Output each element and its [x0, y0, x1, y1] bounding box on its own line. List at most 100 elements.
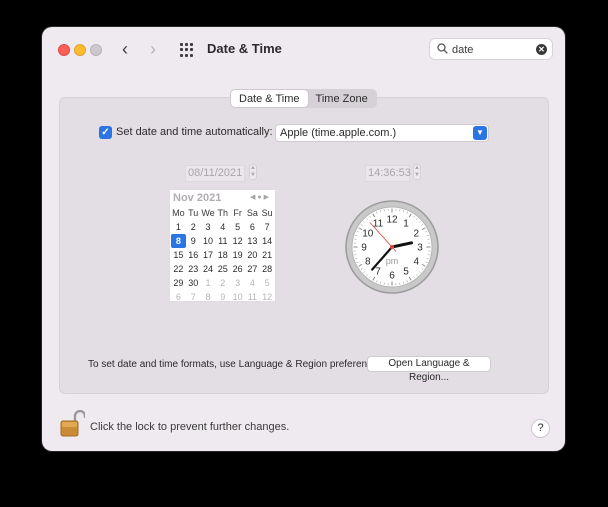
clock-number: 2	[413, 229, 419, 240]
time-stepper[interactable]: ▲ ▼	[413, 164, 421, 180]
calendar-day[interactable]: 15	[171, 248, 186, 262]
calendar-day[interactable]: 20	[245, 248, 260, 262]
calendar-day[interactable]: 14	[260, 234, 275, 248]
calendar-day[interactable]: 2	[186, 220, 201, 234]
close-window-button[interactable]	[58, 44, 70, 56]
calendar-weekday: Mo	[172, 208, 185, 218]
calendar-day[interactable]: 19	[230, 248, 245, 262]
calendar-day[interactable]: 17	[201, 248, 216, 262]
clock-number: 5	[403, 267, 409, 278]
calendar-day[interactable]: 27	[245, 262, 260, 276]
calendar-day[interactable]: 26	[230, 262, 245, 276]
clock-number: 6	[389, 271, 395, 282]
calendar-day[interactable]: 9	[215, 290, 230, 304]
titlebar: ‹ › Date & Time ✕	[42, 27, 565, 73]
calendar-day[interactable]: 11	[245, 290, 260, 304]
search-field[interactable]: ✕	[429, 38, 553, 60]
time-field[interactable]: 14:36:53	[365, 165, 411, 182]
calendar-week-row: 15 16 17 18 19 20 21	[171, 248, 275, 262]
calendar-day[interactable]: 29	[171, 276, 186, 290]
calendar-day[interactable]: 11	[215, 234, 230, 248]
calendar-month: Nov 2021	[173, 192, 222, 204]
calendar-day[interactable]: 21	[260, 248, 275, 262]
tab-time-zone[interactable]: Time Zone	[308, 90, 376, 107]
calendar-day[interactable]: 28	[260, 262, 275, 276]
clock-number: 9	[361, 243, 367, 254]
calendar-day[interactable]: 30	[186, 276, 201, 290]
minimize-window-button[interactable]	[74, 44, 86, 56]
calendar-day[interactable]: 23	[186, 262, 201, 276]
preferences-window: ‹ › Date & Time ✕ Date & Time Time Zone …	[42, 27, 565, 451]
date-stepper[interactable]: ▲ ▼	[249, 164, 257, 180]
open-language-region-button[interactable]: Open Language & Region...	[367, 356, 491, 383]
calendar-day[interactable]: 6	[245, 220, 260, 234]
calendar-grid: Mo Tu We Th Fr Sa Su 1 2 3 4 5 6 7 8 9 10 11 12 13 14 15 16 17 1…	[171, 206, 275, 304]
calendar-day[interactable]: 9	[186, 234, 201, 248]
clock-number: 1	[403, 218, 409, 229]
calendar-day[interactable]: 5	[260, 276, 275, 290]
calendar-day[interactable]: 25	[215, 262, 230, 276]
calendar-weekday: Sa	[246, 208, 258, 218]
calendar-day[interactable]: 1	[171, 220, 186, 234]
tab-bar: Date & Time Time Zone	[230, 89, 377, 108]
show-all-grid-icon[interactable]	[180, 43, 194, 57]
calendar-week-row: 6 7 8 9 10 11 12	[171, 290, 275, 304]
calendar-weekday: Th	[217, 208, 229, 218]
calendar-day[interactable]: 10	[201, 234, 216, 248]
calendar-day[interactable]: 7	[186, 290, 201, 304]
back-button[interactable]: ‹	[122, 40, 128, 58]
calendar-day[interactable]: 8	[201, 290, 216, 304]
calendar-day[interactable]: 13	[245, 234, 260, 248]
calendar-week-row: 22 23 24 25 26 27 28	[171, 262, 275, 276]
tab-date-time[interactable]: Date & Time	[231, 90, 308, 107]
calendar-day[interactable]: 7	[260, 220, 275, 234]
formats-hint-text: To set date and time formats, use Langua…	[88, 359, 386, 370]
calendar-day[interactable]: 4	[215, 220, 230, 234]
lock-status-text: Click the lock to prevent further change…	[90, 421, 290, 433]
calendar-weekday-row: Mo Tu We Th Fr Sa Su	[171, 206, 275, 220]
calendar-week-row: 1234567	[171, 220, 275, 234]
help-button[interactable]: ?	[531, 419, 550, 438]
time-server-value: Apple (time.apple.com.)	[280, 127, 397, 139]
clock-number: 10	[362, 229, 374, 240]
time-server-select[interactable]: Apple (time.apple.com.) ▼	[275, 124, 489, 142]
calendar-day[interactable]: 4	[245, 276, 260, 290]
calendar: Nov 2021 ◀●▶ Mo Tu We Th Fr Sa Su 1 2 3 4 5 6 7 8 9 10 11…	[169, 189, 276, 302]
auto-time-checkbox[interactable]: ✓	[99, 126, 112, 139]
calendar-week-row: 8 9 10 11 12 13 14	[171, 234, 275, 248]
date-field[interactable]: 08/11/2021	[185, 165, 245, 182]
clear-search-icon[interactable]: ✕	[536, 44, 547, 55]
calendar-weekday: We	[201, 208, 215, 218]
window-title: Date & Time	[207, 41, 282, 56]
calendar-nav-arrows[interactable]: ◀●▶	[250, 193, 271, 201]
calendar-weekday: Fr	[233, 208, 242, 218]
calendar-day[interactable]: 12	[260, 290, 275, 304]
clock-number: 4	[413, 257, 419, 268]
calendar-day[interactable]: 10	[230, 290, 245, 304]
clock-number: 8	[365, 257, 371, 268]
calendar-day[interactable]: 18	[215, 248, 230, 262]
calendar-day[interactable]: 6	[171, 290, 186, 304]
calendar-day[interactable]: 22	[171, 262, 186, 276]
lock-icon[interactable]	[59, 410, 85, 438]
clock-number: 12	[386, 215, 398, 226]
calendar-weekday: Su	[261, 208, 273, 218]
calendar-weekday: Tu	[188, 208, 199, 218]
zoom-window-button[interactable]	[90, 44, 102, 56]
auto-time-label: Set date and time automatically:	[116, 126, 273, 138]
calendar-day[interactable]: 8	[171, 234, 186, 248]
calendar-day[interactable]: 16	[186, 248, 201, 262]
analog-clock: 12 1234567891011pm	[345, 200, 439, 294]
calendar-day[interactable]: 12	[230, 234, 245, 248]
clock-number: 7	[375, 267, 381, 278]
calendar-day[interactable]: 24	[201, 262, 216, 276]
search-input[interactable]	[452, 42, 532, 57]
forward-button[interactable]: ›	[150, 40, 156, 58]
clock-center-pin	[390, 245, 394, 249]
calendar-day[interactable]: 3	[230, 276, 245, 290]
calendar-day[interactable]: 3	[201, 220, 216, 234]
calendar-day[interactable]: 1	[201, 276, 216, 290]
calendar-week-row: 29 30 1 2 3 4 5	[171, 276, 275, 290]
calendar-day[interactable]: 5	[230, 220, 245, 234]
calendar-day[interactable]: 2	[215, 276, 230, 290]
